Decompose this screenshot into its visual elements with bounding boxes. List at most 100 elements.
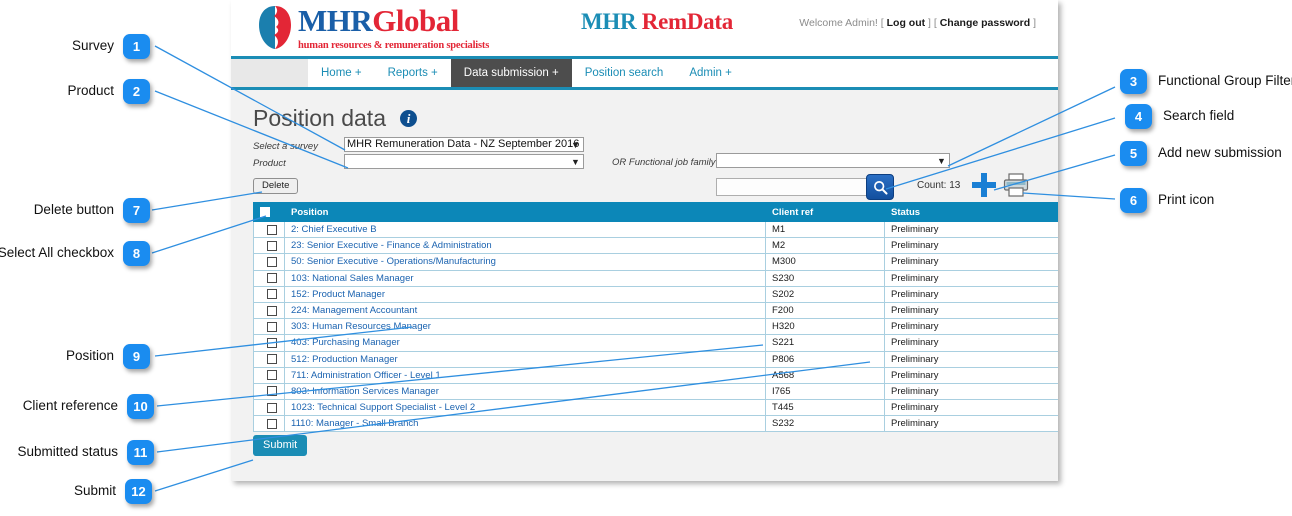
cell-status: Preliminary (884, 350, 1058, 368)
cell-client-ref: S202 (765, 285, 885, 303)
cell-status: Preliminary (884, 318, 1058, 336)
nav-item-data-submission[interactable]: Data submission + (450, 59, 572, 87)
cell-status: Preliminary (884, 399, 1058, 417)
position-link[interactable]: 1023: Technical Support Specialist - Lev… (291, 402, 475, 413)
position-link[interactable]: 803: Information Services Manager (291, 386, 439, 397)
row-checkbox[interactable] (267, 305, 277, 316)
position-link[interactable]: 224: Management Accountant (291, 305, 417, 316)
cell-status: Preliminary (884, 253, 1058, 271)
table-row: 50: Senior Executive - Operations/Manufa… (253, 253, 1058, 271)
table-row: 224: Management Accountant F200 Preliminar… (253, 301, 1058, 320)
search-input[interactable] (716, 178, 869, 196)
row-checkbox[interactable] (267, 386, 277, 397)
cell-client-ref: P806 (765, 350, 885, 368)
cell-status: Preliminary (884, 415, 1058, 433)
row-checkbox[interactable] (267, 224, 277, 235)
position-link[interactable]: 2: Chief Executive B (291, 224, 377, 235)
position-link[interactable]: 152: Product Manager (291, 289, 385, 300)
annotation-6-print-icon: 6 Print icon (1120, 187, 1214, 213)
logo-tagline: human resources & remuneration specialis… (298, 40, 490, 51)
row-checkbox[interactable] (267, 370, 277, 381)
select-all-checkbox[interactable] (260, 206, 270, 217)
info-icon[interactable]: i (400, 110, 417, 127)
survey-label: Select a survey (253, 141, 318, 152)
position-link[interactable]: 711: Administration Officer - Level 1 (291, 370, 441, 381)
cell-position: 303: Human Resources Manager (284, 318, 766, 336)
position-link[interactable]: 303: Human Resources Manager (291, 321, 431, 332)
survey-select[interactable]: MHR Remuneration Data - NZ September 201… (344, 137, 584, 152)
row-checkbox[interactable] (267, 256, 277, 267)
position-link[interactable]: 23: Senior Executive - Finance & Adminis… (291, 240, 492, 251)
nav-item-position-search[interactable]: Position search (572, 59, 677, 87)
functional-job-family-select[interactable] (716, 153, 950, 168)
print-button[interactable] (1003, 173, 1029, 197)
annotation-label: Submitted status (17, 444, 118, 460)
logo-wordmark: MHRGlobal (298, 5, 489, 36)
welcome-bar: Welcome Admin! [ Log out ] [ Change pass… (799, 17, 1036, 29)
row-select-cell (253, 399, 285, 417)
position-link[interactable]: 403: Purchasing Manager (291, 337, 400, 348)
cell-position: 1023: Technical Support Specialist - Lev… (284, 399, 766, 417)
change-password-link[interactable]: Change password (940, 17, 1030, 29)
page-content: Position data i Select a survey MHR Remu… (231, 90, 1058, 481)
nav-item-home[interactable]: Home + (308, 59, 375, 87)
brand-mhr: MHR (581, 9, 637, 34)
nav-item-admin[interactable]: Admin + (676, 59, 745, 87)
row-checkbox[interactable] (267, 240, 277, 251)
position-data-table-wrapper: Position Client ref Status 2: Chief Exec… (253, 202, 1058, 433)
annotation-12-submit: Submit 12 (2, 478, 152, 504)
row-select-cell (253, 269, 285, 287)
count-label: Count: 13 (917, 180, 961, 191)
logo-global: Global (372, 3, 459, 38)
position-data-table: Position Client ref Status 2: Chief Exec… (253, 202, 1058, 433)
position-link[interactable]: 103: National Sales Manager (291, 273, 414, 284)
row-checkbox[interactable] (267, 402, 277, 413)
search-button[interactable] (866, 174, 894, 200)
annotation-badge: 1 (123, 33, 150, 59)
submit-button[interactable]: Submit (253, 435, 308, 456)
logout-link[interactable]: Log out (887, 17, 925, 29)
header-client-ref[interactable]: Client ref (765, 202, 885, 222)
table-row: 303: Human Resources Manager H320 Prelimin… (253, 318, 1058, 336)
row-checkbox[interactable] (267, 273, 277, 284)
table-row: 103: National Sales Manager S230 Prelimina… (253, 269, 1058, 287)
printer-icon (1003, 173, 1029, 197)
delete-button[interactable]: Delete (253, 178, 299, 194)
row-checkbox[interactable] (267, 289, 277, 300)
functional-job-family-label: OR Functional job family (612, 157, 716, 168)
product-select[interactable] (344, 154, 584, 169)
cell-position: 152: Product Manager (284, 285, 766, 303)
annotation-label: Position (65, 348, 114, 364)
nav-item-reports[interactable]: Reports + (375, 59, 451, 87)
row-checkbox[interactable] (267, 354, 277, 365)
position-link[interactable]: 1110: Manager - Small Branch (291, 418, 418, 429)
annotation-label: Delete button (33, 202, 114, 218)
annotation-label: Survey (71, 38, 114, 54)
header-position[interactable]: Position (284, 202, 766, 222)
annotation-badge: 9 (123, 343, 150, 369)
add-new-submission-button[interactable] (971, 172, 997, 198)
table-row: 711: Administration Officer - Level 1 A56… (253, 366, 1058, 384)
mhrglobal-logo[interactable]: MHRGlobal human resources & remuneration… (258, 3, 489, 51)
position-link[interactable]: 50: Senior Executive - Operations/Manufa… (291, 256, 496, 267)
row-checkbox[interactable] (267, 321, 277, 332)
annotation-5-add-new-submission: 5 Add new submission (1120, 140, 1282, 166)
cell-client-ref: S221 (765, 334, 885, 352)
bracket-close: ] (1033, 17, 1036, 29)
header-status[interactable]: Status (884, 202, 1058, 222)
table-body: 2: Chief Executive B M1 Preliminary 23: Sen… (253, 220, 1058, 433)
annotation-badge: 11 (127, 439, 154, 465)
table-row: 152: Product Manager S202 Preliminary (253, 285, 1058, 303)
annotation-badge: 10 (127, 393, 154, 419)
annotation-label: Search field (1163, 108, 1235, 124)
main-navigation: Home + Reports + Data submission + Posit… (231, 59, 1058, 90)
position-link[interactable]: 512: Production Manager (291, 354, 398, 365)
cell-status: Preliminary (884, 237, 1058, 255)
bracket-mid: ] [ (928, 17, 937, 29)
row-checkbox[interactable] (267, 337, 277, 348)
row-checkbox[interactable] (267, 418, 277, 429)
annotation-badge: 12 (125, 478, 152, 504)
cell-client-ref: M300 (765, 253, 885, 271)
welcome-greeting: Welcome Admin! (799, 17, 878, 29)
table-head: Position Client ref Status (253, 202, 1058, 222)
